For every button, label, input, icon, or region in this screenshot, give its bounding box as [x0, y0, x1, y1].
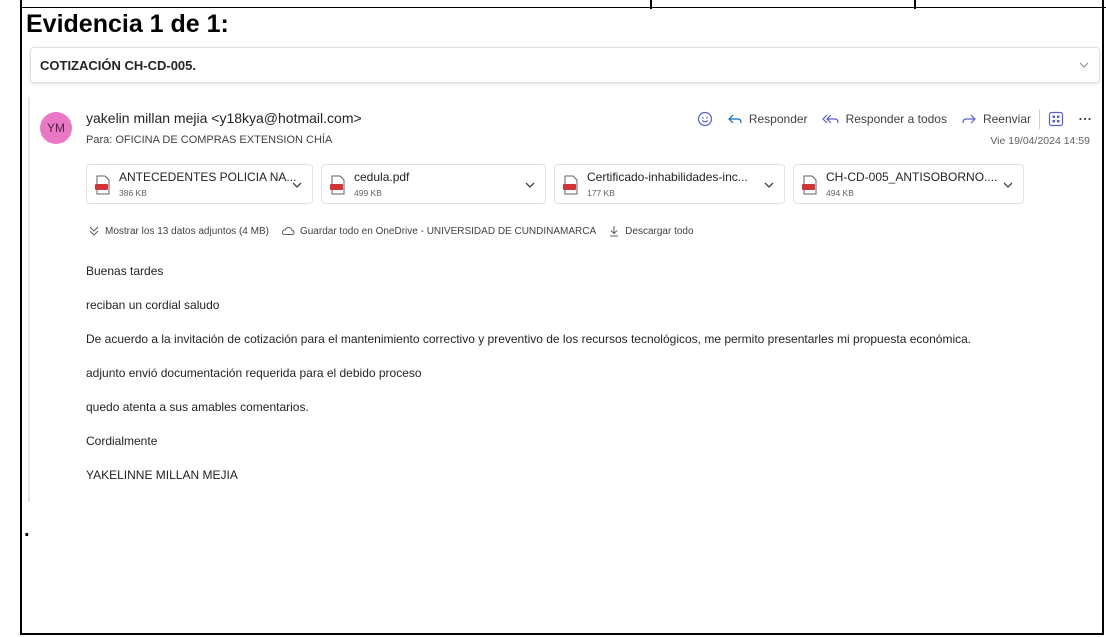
chevron-down-icon[interactable]	[1001, 178, 1015, 192]
download-all-link[interactable]: Descargar todo	[608, 225, 694, 237]
forward-label: Reenviar	[982, 112, 1031, 126]
attachment-name: cedula.pdf	[354, 170, 410, 184]
show-all-label: Mostrar los 13 datos adjuntos (4 MB)	[105, 225, 269, 237]
email-screenshot: COTIZACIÓN CH-CD-005. YM yakelin millan …	[28, 45, 1102, 503]
pdf-icon	[802, 175, 817, 195]
attachment-list: ANTECEDENTES POLICIA NA... 386 KB cedula…	[86, 164, 1032, 204]
attachment-size: 499 KB	[354, 188, 382, 198]
attachment-card[interactable]: ANTECEDENTES POLICIA NA... 386 KB	[86, 164, 313, 204]
chevron-down-icon[interactable]	[762, 178, 776, 192]
show-all-attachments-link[interactable]: Mostrar los 13 datos adjuntos (4 MB)	[88, 225, 269, 237]
avatar[interactable]: YM	[40, 112, 72, 144]
chevron-down-icon[interactable]	[290, 178, 304, 192]
body-line: De acuerdo a la invitación de cotización…	[86, 332, 972, 346]
pdf-icon	[95, 175, 110, 195]
attachment-name: ANTECEDENTES POLICIA NA...	[119, 170, 297, 184]
emoji-icon[interactable]	[697, 111, 713, 127]
email-subject: COTIZACIÓN CH-CD-005.	[40, 57, 197, 73]
cloud-icon	[281, 226, 295, 235]
attachment-name: Certificado-inhabilidades-inc...	[587, 170, 748, 184]
reply-all-icon	[821, 114, 839, 124]
attachment-name: CH-CD-005_ANTISOBORNO....	[826, 170, 998, 184]
download-all-label: Descargar todo	[625, 225, 694, 237]
attachment-card[interactable]: Certificado-inhabilidades-inc... 177 KB	[554, 164, 785, 204]
body-line: Buenas tardes	[86, 264, 164, 278]
body-line: adjunto envió documentación requerida pa…	[86, 366, 422, 380]
attachment-size: 386 KB	[119, 188, 147, 198]
body-line: quedo atenta a sus amables comentarios.	[86, 400, 309, 414]
pdf-icon	[330, 175, 345, 195]
message-actions: Responder Responder a todos Reenviar	[697, 109, 1092, 129]
download-icon	[610, 226, 619, 237]
more-options-icon[interactable]	[1078, 112, 1092, 126]
action-divider	[1039, 109, 1040, 129]
reading-pane-edge	[28, 97, 30, 502]
double-chevron-down-icon	[89, 226, 99, 236]
reply-button[interactable]: Responder	[727, 112, 808, 126]
reply-all-label: Responder a todos	[845, 112, 947, 126]
pdf-icon	[563, 175, 578, 195]
sent-date: Vie 19/04/2024 14:59	[990, 135, 1090, 147]
forward-button[interactable]: Reenviar	[961, 112, 1031, 126]
reply-icon	[727, 114, 742, 124]
reply-label: Responder	[748, 112, 808, 126]
body-line: reciban un cordial saludo	[86, 298, 220, 312]
footer-mark: .	[24, 519, 30, 541]
attachment-actions: Mostrar los 13 datos adjuntos (4 MB) Gua…	[88, 225, 706, 237]
subject-bar[interactable]: COTIZACIÓN CH-CD-005.	[30, 47, 1100, 83]
evidence-heading: Evidencia 1 de 1:	[26, 10, 229, 38]
sender-name[interactable]: yakelin millan mejia <y18kya@hotmail.com…	[86, 110, 362, 126]
save-onedrive-link[interactable]: Guardar todo en OneDrive - UNIVERSIDAD D…	[281, 225, 596, 237]
reply-all-button[interactable]: Responder a todos	[821, 112, 947, 126]
save-onedrive-label: Guardar todo en OneDrive - UNIVERSIDAD D…	[299, 225, 597, 237]
forward-icon	[962, 114, 976, 124]
chevron-down-icon[interactable]	[523, 178, 537, 192]
recipient-line: Para: OFICINA DE COMPRAS EXTENSION CHÍA	[86, 134, 333, 146]
apps-icon[interactable]	[1048, 111, 1064, 127]
body-line: Cordialmente	[86, 434, 158, 448]
chevron-down-icon[interactable]	[1077, 58, 1091, 72]
attachment-size: 494 KB	[826, 188, 854, 198]
attachment-card[interactable]: CH-CD-005_ANTISOBORNO.... 494 KB	[793, 164, 1024, 204]
attachment-size: 177 KB	[587, 188, 615, 198]
attachment-card[interactable]: cedula.pdf 499 KB	[321, 164, 546, 204]
signature: YAKELINNE MILLAN MEJIA	[86, 468, 238, 482]
